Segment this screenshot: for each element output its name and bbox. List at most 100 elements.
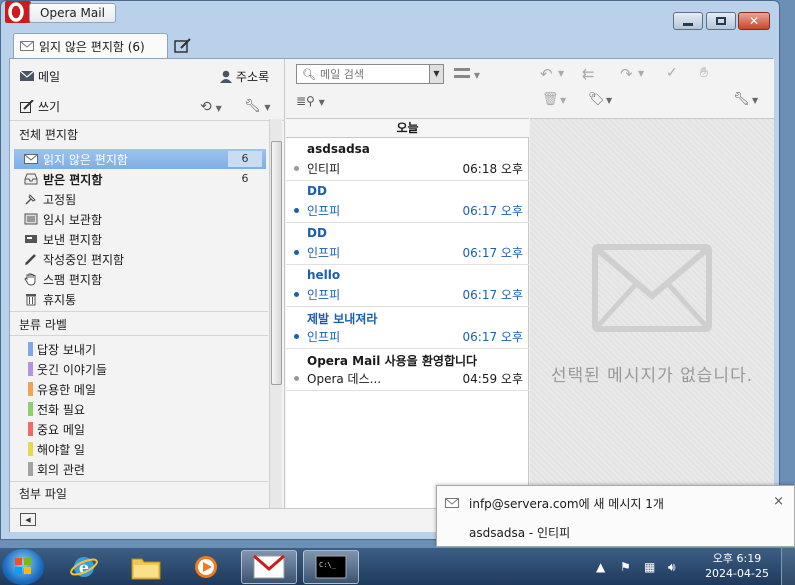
scrollbar-thumb[interactable]: [271, 141, 282, 385]
trash-icon: [26, 294, 36, 306]
chevron-down-icon[interactable]: ▼: [560, 96, 566, 105]
notification-close-button[interactable]: ×: [773, 494, 784, 509]
clock-date: 2024-04-25: [705, 567, 769, 580]
reply-all-icon[interactable]: ⇇: [582, 65, 595, 83]
label-name: 회의 관련: [37, 462, 85, 477]
tag-icon[interactable]: 🏷︎: [588, 92, 605, 107]
checkmark-icon[interactable]: ✓: [666, 65, 678, 81]
search-dropdown-button[interactable]: ▼: [429, 65, 443, 83]
panel-toggle-icon: ◀: [25, 515, 31, 524]
pencil-icon: [25, 254, 36, 265]
sidebar-item-sent[interactable]: 보낸 편지함: [14, 229, 266, 249]
message-row[interactable]: DD 인프피 06:17 오후: [286, 181, 529, 223]
sidebar-item-drafts[interactable]: 임시 보관함: [14, 209, 266, 229]
minimize-button[interactable]: [673, 12, 703, 30]
panel-toggle-button[interactable]: ◀: [20, 513, 36, 526]
label-item-reply[interactable]: 답장 보내기: [14, 339, 266, 359]
taskbar-internet-explorer[interactable]: e: [56, 550, 112, 584]
chevron-down-icon: ▼: [264, 103, 271, 112]
inbox-count-badge: 6: [241, 172, 249, 185]
preview-panel: ↶ ▼ ⇇ ↷ ▼ ✓ ✋︎ 🗑︎ ▼ 🏷︎ ▼ 🔧︎ ▼ 선택된 메시지가 없…: [530, 59, 774, 508]
title-bar[interactable]: Opera Mail ✕: [1, 1, 779, 31]
list-options-dropdown[interactable]: ≣⚲ ▼: [296, 94, 325, 108]
search-box[interactable]: 🔍︎ ▼: [296, 64, 444, 84]
label-item-meeting[interactable]: 회의 관련: [14, 459, 266, 479]
all-mail-header[interactable]: 전체 편지함: [15, 125, 267, 145]
tab-unread-mailbox[interactable]: 읽지 않은 편지함 (6): [13, 33, 168, 58]
start-button[interactable]: [2, 549, 44, 585]
sidebar-item-pinned[interactable]: 고정됨: [14, 189, 266, 209]
labels-header[interactable]: 분류 라벨: [15, 315, 267, 335]
sidebar-item-trash[interactable]: 휴지통: [14, 289, 266, 309]
reply-icon[interactable]: ↶: [540, 65, 553, 83]
message-subject: 제발 보내져라: [307, 312, 378, 326]
taskbar-media-player[interactable]: [178, 550, 234, 584]
system-clock[interactable]: 오후 6:19 2024-04-25: [705, 551, 769, 581]
message-row[interactable]: 제발 보내져라 인프피 06:17 오후: [286, 307, 529, 349]
large-envelope-icon: [592, 244, 712, 332]
contacts-button[interactable]: 주소록: [210, 61, 280, 91]
message-row[interactable]: DD 인프피 06:17 오후: [286, 223, 529, 265]
sidebar-item-inbox[interactable]: 받은 편지함 6: [14, 169, 266, 189]
mail-label: 메일: [38, 69, 61, 84]
message-row[interactable]: Opera Mail 사용을 환영합니다 Opera 데스... 04:59 오…: [286, 349, 529, 391]
tray-expand-icon[interactable]: ▲: [596, 560, 605, 574]
label-item-useful[interactable]: 유용한 메일: [14, 379, 266, 399]
taskbar-command-prompt[interactable]: C:\_: [303, 550, 359, 584]
opera-logo-icon[interactable]: [5, 1, 31, 23]
label-color-swatch: [28, 462, 33, 476]
maximize-button[interactable]: [706, 12, 736, 30]
divider: [10, 481, 268, 482]
sidebar-item-unread[interactable]: 읽지 않은 편지함 6: [14, 149, 266, 169]
view-mode-dropdown[interactable]: ▼: [454, 67, 480, 81]
taskbar-file-explorer[interactable]: [118, 550, 174, 584]
folder-icon: [131, 558, 161, 580]
trash-icon[interactable]: 🗑︎: [542, 92, 559, 107]
message-row[interactable]: asdsadsa 인티피 06:18 오후: [286, 139, 529, 181]
wrench-icon: 🔧︎: [244, 99, 261, 114]
main-client-area: 메일 주소록 쓰기 ⟲ ▼ 🔧︎ ▼ 전체 편지함 읽지 않은 편지함 6 받은…: [9, 58, 774, 532]
read-status-dot: [294, 376, 299, 381]
network-icon[interactable]: ▦: [644, 560, 655, 574]
sync-dropdown[interactable]: ⟲ ▼: [200, 99, 222, 115]
envelope-icon: [445, 498, 459, 508]
search-input[interactable]: [319, 67, 430, 81]
sidebar-item-outbox[interactable]: 작성중인 편지함: [14, 249, 266, 269]
spam-hand-icon[interactable]: ✋︎: [700, 65, 708, 81]
attachments-header[interactable]: 첨부 파일: [15, 484, 267, 504]
taskbar-opera-mail[interactable]: [241, 550, 297, 584]
chevron-down-icon[interactable]: ▼: [558, 69, 564, 78]
show-desktop-button[interactable]: [781, 548, 795, 585]
notification-message[interactable]: asdsadsa - 인티피: [469, 524, 570, 541]
wrench-icon[interactable]: 🔧︎: [733, 92, 750, 107]
search-icon: 🔍︎: [302, 67, 316, 81]
new-tab-compose-icon[interactable]: [173, 37, 193, 55]
folder-label: 보낸 편지함: [43, 232, 103, 247]
chevron-down-icon[interactable]: ▼: [752, 96, 758, 105]
chevron-down-icon[interactable]: ▼: [606, 96, 612, 105]
message-subject: asdsadsa: [307, 142, 370, 156]
action-center-flag-icon[interactable]: ⚑: [620, 560, 631, 574]
label-item-call[interactable]: 전화 필요: [14, 399, 266, 419]
new-mail-notification[interactable]: infp@servera.com에 새 메시지 1개 × asdsadsa - …: [436, 485, 795, 547]
chevron-down-icon[interactable]: ▼: [638, 69, 644, 78]
label-item-todo[interactable]: 해야할 일: [14, 439, 266, 459]
date-group-header[interactable]: 오늘: [286, 119, 529, 138]
label-item-important[interactable]: 중요 메일: [14, 419, 266, 439]
label-item-funny[interactable]: 웃긴 이야기들: [14, 359, 266, 379]
sidebar-item-spam[interactable]: 스팸 편지함: [14, 269, 266, 289]
envelope-icon: [20, 71, 34, 81]
forward-icon[interactable]: ↷: [620, 65, 633, 83]
volume-icon[interactable]: 🔊︎: [668, 560, 676, 575]
message-subject: DD: [307, 184, 327, 198]
tab-strip: 읽지 않은 편지함 (6): [9, 31, 773, 58]
message-row[interactable]: hello 인프피 06:17 오후: [286, 265, 529, 307]
wrench-dropdown[interactable]: 🔧︎ ▼: [244, 99, 271, 114]
message-subject: DD: [307, 226, 327, 240]
label-name: 중요 메일: [37, 422, 85, 437]
layout-icon: [454, 68, 470, 78]
notification-title: infp@servera.com에 새 메시지 1개: [469, 497, 664, 511]
close-window-button[interactable]: ✕: [738, 12, 770, 30]
sidebar-scrollbar[interactable]: [269, 119, 282, 508]
divider: [10, 335, 268, 336]
